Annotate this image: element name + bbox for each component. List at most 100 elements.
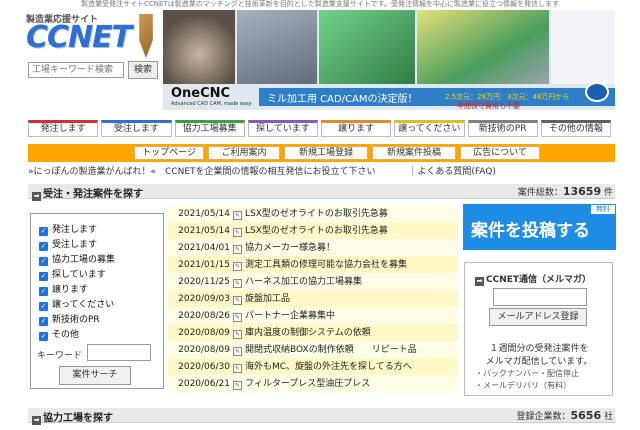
nav-tab[interactable]: 新技術のPR — [467, 120, 538, 137]
faq-link[interactable]: ｜よくある質問(FAQ) — [408, 167, 495, 177]
list-item[interactable]: 2020/06/30 ✎ 海外もMC、旋盤の外注先を探してる方へ — [168, 358, 458, 376]
free-badge: 無料 — [590, 204, 616, 215]
list-item-title[interactable]: パートナー企業募集中 — [245, 311, 335, 321]
memo-icon: ✎ — [233, 330, 242, 339]
subnav-tab[interactable]: 新規案件投稿 — [372, 146, 456, 160]
banner-photo-ui — [551, 10, 615, 84]
mailmag-register-button[interactable]: メールアドレス登録 — [489, 308, 587, 326]
subnav-tab[interactable]: 新規工場登録 — [284, 146, 368, 160]
filter-label: その他 — [52, 330, 80, 340]
checkbox-icon[interactable]: ✓ — [39, 317, 48, 326]
list-item[interactable]: 2021/04/01 ✎ 協力メーカー様急募！ — [168, 239, 458, 257]
sub-nav: トップページ ご利用案内 新規工場登録 新規案件投稿 広告について — [28, 144, 615, 162]
mailmag-backnumber-link[interactable]: ・バックナンバー・配信停止 — [475, 368, 579, 379]
filter-checkbox[interactable]: ✓ 協力工場の募集 — [39, 252, 115, 266]
memo-icon: ✎ — [233, 381, 242, 390]
nav-tab[interactable]: 譲ってください — [394, 120, 465, 137]
subnav-tab[interactable]: 広告について — [460, 146, 540, 160]
checkbox-icon[interactable]: ✓ — [39, 272, 48, 281]
nav-tab[interactable]: その他の情報 — [540, 120, 611, 137]
list-item-title[interactable]: 協力メーカー様急募！ — [245, 243, 335, 253]
list-item-title[interactable]: 庫内温度の制御システムの依頼 — [245, 328, 371, 338]
post-case-label: 案件を投稿する — [471, 221, 590, 241]
banner-photo-mold — [237, 10, 317, 84]
filter-label: 新技術のPR — [52, 315, 100, 325]
list-item-date: 2021/04/01 — [178, 243, 230, 253]
memo-icon: ✎ — [233, 313, 242, 322]
checkbox-icon[interactable]: ✓ — [39, 242, 48, 251]
list-item-title[interactable]: 測定工具類の修理可能な協力会社を募集 — [245, 260, 407, 270]
nav-tab[interactable]: 譲ります — [321, 120, 392, 137]
list-item-date: 2020/09/03 — [178, 294, 230, 304]
ticker-message: »にっぽんの製造業がんばれ！« CCNETを企業間の情報の相互発信にお役立て下さ… — [28, 167, 376, 177]
mailmag-desc-2: メルマガ配信しています。 — [485, 357, 593, 367]
onecnc-banner-ad[interactable]: OneCNC Advanced CAD CAM, made easy ミル加工用… — [163, 10, 615, 110]
filter-checkbox[interactable]: ✓ 新技術のPR — [39, 312, 100, 326]
factories-count: 登録企業数：5656 社 — [516, 409, 613, 422]
filter-checkbox[interactable]: ✓ 受注します — [39, 237, 97, 251]
onecnc-logo-icon — [585, 82, 609, 102]
filter-checkbox[interactable]: ✓ 譲ります — [39, 282, 88, 296]
list-item-date: 2020/11/25 — [178, 277, 230, 287]
checkbox-icon[interactable]: ✓ — [39, 302, 48, 311]
subnav-tab[interactable]: トップページ — [134, 146, 204, 160]
site-tagline: 製造業受発注サイトCCNETは製造業のマッチングと技術革新を目的とした製造業支援… — [80, 0, 559, 8]
cases-section-header: ➡ 受注・発注案件を探す 案件総数：13659 件 — [28, 184, 615, 201]
mailmag-email-input[interactable] — [493, 288, 587, 306]
memo-icon: ✎ — [233, 347, 242, 356]
list-item-title[interactable]: LSX型のゼオライトのお取引先急募 — [245, 209, 388, 219]
list-item-title[interactable]: 海外もMC、旋盤の外注先を探してる方へ — [245, 362, 412, 372]
filter-checkbox[interactable]: ✓ その他 — [39, 327, 79, 341]
post-case-button[interactable]: 案件を投稿する 無料 — [463, 204, 616, 250]
list-item[interactable]: 2021/05/14 ✎ LSX型のゼオライトのお取引先急募 — [168, 205, 458, 223]
list-item-title[interactable]: 旋盤加工品 — [245, 294, 290, 304]
list-item[interactable]: 2020/09/03 ✎ 旋盤加工品 — [168, 290, 458, 308]
case-search-button[interactable]: 案件サーチ — [59, 366, 131, 385]
list-item-title[interactable]: フィルタープレス型油圧プレス — [245, 379, 370, 389]
banner-photo-cad-model — [319, 10, 415, 84]
search-button[interactable]: 検索 — [128, 61, 158, 79]
checkbox-icon[interactable]: ✓ — [39, 287, 48, 296]
checkbox-icon[interactable]: ✓ — [39, 332, 48, 341]
banner-photo-machining — [163, 10, 235, 84]
list-item-title[interactable]: LSX型のゼオライトのお取引先急募 — [245, 226, 388, 236]
memo-icon: ✎ — [233, 296, 242, 305]
list-item-date: 2021/05/14 — [178, 209, 230, 219]
nav-tab[interactable]: 探しています — [247, 120, 318, 137]
mailmag-delivery-link[interactable]: ・メールデリバリ（有料） — [475, 380, 571, 391]
list-item[interactable]: 2021/01/15 ✎ 測定工具類の修理可能な協力会社を募集 — [168, 256, 458, 274]
memo-icon: ✎ — [233, 364, 242, 373]
list-item-title[interactable]: ハーネス加工の協力工場募集 — [245, 277, 362, 287]
checkbox-icon[interactable]: ✓ — [39, 257, 48, 266]
filter-label: 譲ってください — [52, 300, 115, 310]
memo-icon: ✎ — [233, 211, 242, 220]
arrow-right-icon: ➡ — [32, 416, 41, 425]
filter-checkbox[interactable]: ✓ 探しています — [39, 267, 106, 281]
nav-tab[interactable]: 受注します — [101, 120, 172, 137]
keyword-input[interactable] — [87, 344, 151, 361]
keyword-label: キーワード — [37, 351, 83, 361]
factories-section-header: ➡ 協力工場を探す 登録企業数：5656 社 — [28, 408, 615, 425]
list-item[interactable]: 2021/05/14 ✎ LSX型のゼオライトのお取引先急募 — [168, 222, 458, 240]
list-item[interactable]: 2020/08/09 ✎ 開閉式収納BOXの制作依頼 リピート品 — [168, 341, 458, 359]
memo-icon: ✎ — [233, 245, 242, 254]
subnav-tab[interactable]: ご利用案内 — [208, 146, 280, 160]
checkbox-icon[interactable]: ✓ — [39, 227, 48, 236]
list-item-date: 2020/06/21 — [178, 379, 230, 389]
filter-checkbox[interactable]: ✓ 譲ってください — [39, 297, 114, 311]
nav-tab[interactable]: 協力工場募集 — [174, 120, 245, 137]
list-item[interactable]: 2020/11/25 ✎ ハーネス加工の協力工場募集 — [168, 273, 458, 291]
list-item-title[interactable]: 開閉式収納BOXの制作依頼 リピート品 — [245, 345, 417, 355]
mailmag-panel: ➡ CCNET通信（メルマガ） メールアドレス登録 １週間分の受発注案件を メルマ… — [464, 262, 613, 396]
case-filter-panel: ✓ その他 ✓ 新技術のPR ✓ 譲ってください ✓ 譲ります ✓ 探しています ✓ 協力工場の募集 ✓… — [30, 213, 164, 389]
filter-label: 受注します — [52, 240, 98, 250]
list-item-date: 2021/05/14 — [178, 226, 230, 236]
list-item[interactable]: 2020/08/26 ✎ パートナー企業募集中 — [168, 307, 458, 325]
nav-tab[interactable]: 発注します — [28, 120, 99, 137]
factory-keyword-search-input[interactable] — [28, 62, 124, 78]
filter-checkbox[interactable]: ✓ 発注します — [39, 222, 97, 236]
list-item-date: 2020/08/26 — [178, 311, 230, 321]
site-logo[interactable]: 製造業応援サイト CCNET — [26, 12, 166, 60]
list-item[interactable]: 2020/06/21 ✎ フィルタープレス型油圧プレス — [168, 375, 458, 393]
list-item[interactable]: 2020/08/09 ✎ 庫内温度の制御システムの依頼 — [168, 324, 458, 342]
